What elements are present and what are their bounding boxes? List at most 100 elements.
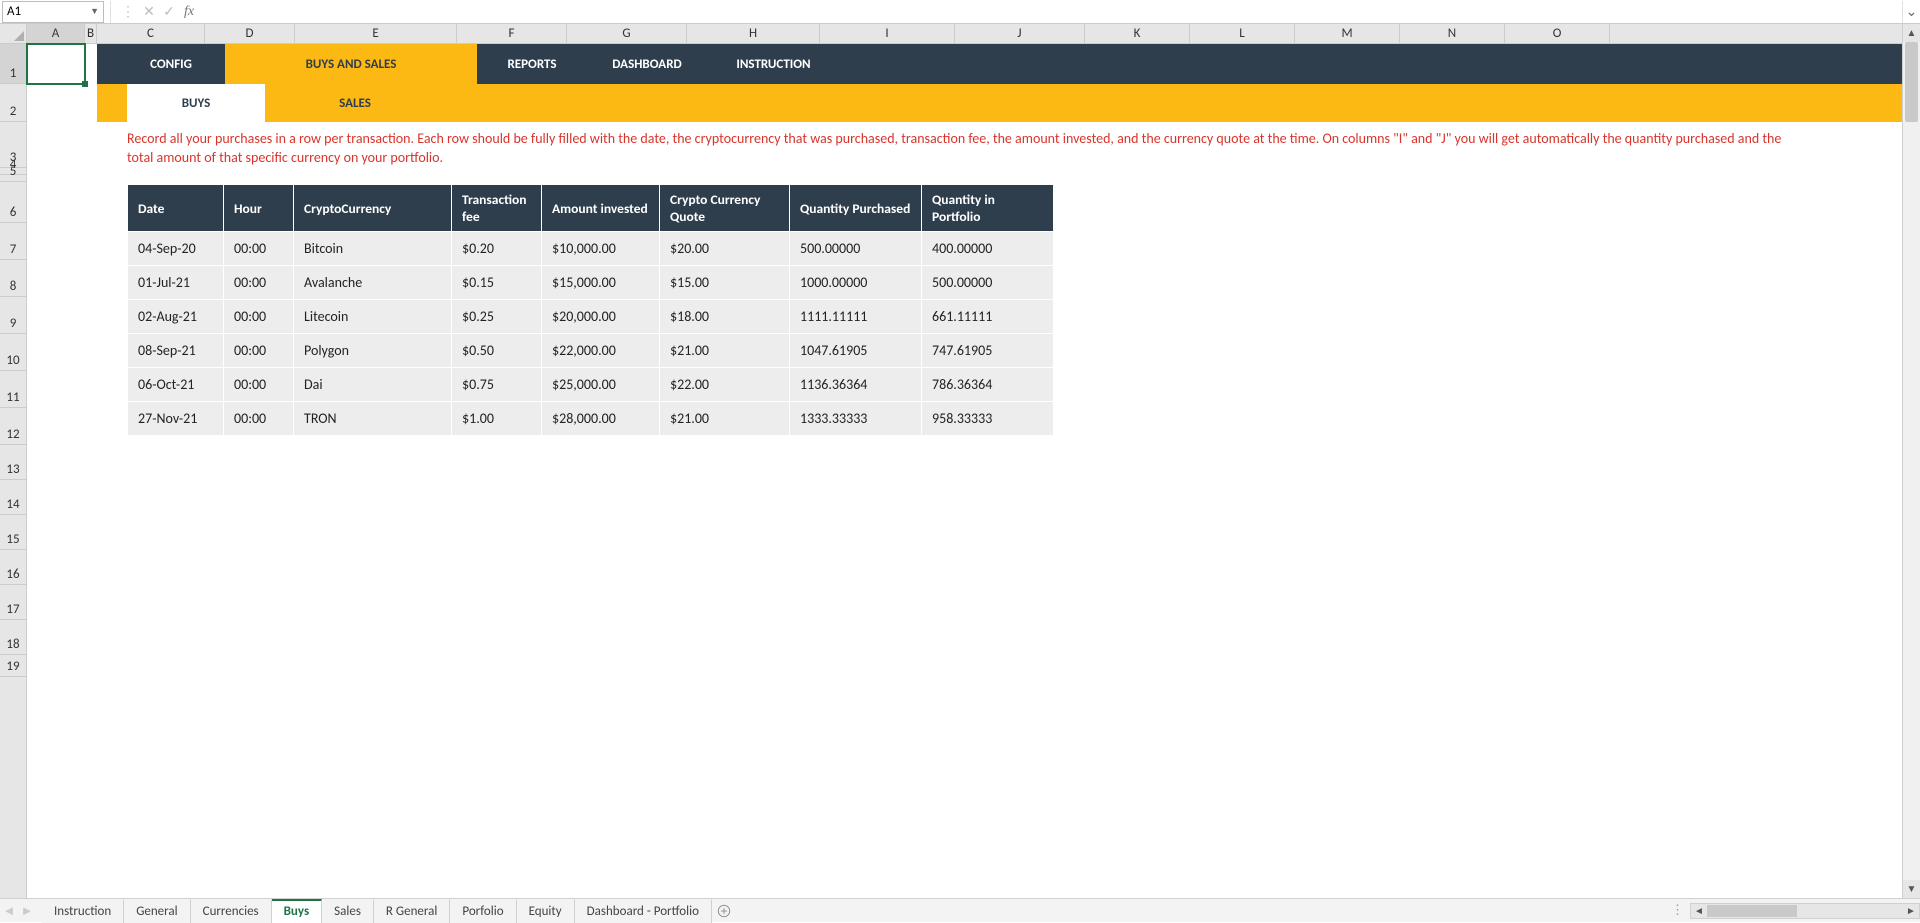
row-header[interactable]: 19 xyxy=(0,655,26,677)
row-header[interactable]: 7 xyxy=(0,223,26,260)
cell-qp[interactable]: 1111.11111 xyxy=(790,300,922,334)
cell-fee[interactable]: $1.00 xyxy=(452,402,542,436)
cell-fee[interactable]: $0.25 xyxy=(452,300,542,334)
sheet-tab[interactable]: Instruction xyxy=(42,899,124,923)
row-header[interactable]: 9 xyxy=(0,297,26,334)
cell-cc[interactable]: Polygon xyxy=(294,334,452,368)
row-header[interactable]: 10 xyxy=(0,334,26,371)
row-header[interactable]: 13 xyxy=(0,445,26,480)
col-header[interactable]: K xyxy=(1085,24,1190,43)
cell-cc[interactable]: Avalanche xyxy=(294,266,452,300)
cell-quote[interactable]: $21.00 xyxy=(660,402,790,436)
table-row[interactable]: 04-Sep-2000:00Bitcoin$0.20$10,000.00$20.… xyxy=(128,232,1054,266)
sheet-tab[interactable]: R General xyxy=(374,899,450,923)
cell-hour[interactable]: 00:00 xyxy=(224,334,294,368)
row-header[interactable]: 14 xyxy=(0,480,26,515)
cell-cc[interactable]: Litecoin xyxy=(294,300,452,334)
tab-nav-next-icon[interactable]: ► xyxy=(18,903,36,919)
select-all-corner[interactable] xyxy=(0,24,27,44)
cell-amt[interactable]: $28,000.00 xyxy=(542,402,660,436)
cell-qip[interactable]: 500.00000 xyxy=(922,266,1054,300)
cell-cc[interactable]: Bitcoin xyxy=(294,232,452,266)
row-header[interactable]: 18 xyxy=(0,620,26,655)
cell-amt[interactable]: $15,000.00 xyxy=(542,266,660,300)
sheet-tab[interactable]: Buys xyxy=(272,899,323,923)
scroll-left-icon[interactable]: ◄ xyxy=(1691,904,1707,917)
sheet-tab[interactable]: Dashboard - Portfolio xyxy=(575,899,712,923)
row-header[interactable]: 5 xyxy=(0,175,26,182)
scroll-up-icon[interactable]: ▲ xyxy=(1903,24,1920,42)
row-header[interactable]: 12 xyxy=(0,408,26,445)
row-header[interactable]: 15 xyxy=(0,515,26,550)
sheet-tab[interactable]: Equity xyxy=(517,899,575,923)
sheet-tab[interactable]: General xyxy=(124,899,190,923)
row-header[interactable]: 17 xyxy=(0,585,26,620)
cell-date[interactable]: 08-Sep-21 xyxy=(128,334,224,368)
cells-area[interactable]: CONFIG BUYS AND SALES REPORTS DASHBOARD … xyxy=(27,44,1902,898)
cell-qp[interactable]: 1047.61905 xyxy=(790,334,922,368)
sheet-tab[interactable]: Porfolio xyxy=(450,899,516,923)
cell-qip[interactable]: 400.00000 xyxy=(922,232,1054,266)
col-header[interactable]: L xyxy=(1190,24,1295,43)
horizontal-scrollbar[interactable]: ◄ ► xyxy=(1690,903,1920,919)
nav-reports[interactable]: REPORTS xyxy=(477,44,587,84)
chevron-down-icon[interactable]: ▼ xyxy=(90,6,99,17)
row-header[interactable]: 16 xyxy=(0,550,26,585)
scroll-thumb[interactable] xyxy=(1707,905,1797,917)
cell-hour[interactable]: 00:00 xyxy=(224,266,294,300)
subnav-sales[interactable]: SALES xyxy=(265,84,445,122)
cell-fee[interactable]: $0.75 xyxy=(452,368,542,402)
formula-input[interactable] xyxy=(199,1,1902,23)
fx-icon[interactable]: fx xyxy=(179,4,199,20)
cell-qp[interactable]: 1136.36364 xyxy=(790,368,922,402)
col-header[interactable]: I xyxy=(820,24,955,43)
cell-date[interactable]: 27-Nov-21 xyxy=(128,402,224,436)
cell-fee[interactable]: $0.50 xyxy=(452,334,542,368)
cell-hour[interactable]: 00:00 xyxy=(224,232,294,266)
cell-amt[interactable]: $25,000.00 xyxy=(542,368,660,402)
cell-cc[interactable]: TRON xyxy=(294,402,452,436)
table-row[interactable]: 02-Aug-2100:00Litecoin$0.25$20,000.00$18… xyxy=(128,300,1054,334)
tab-nav-prev-icon[interactable]: ◄ xyxy=(0,903,18,919)
active-cell-selection[interactable] xyxy=(27,44,85,84)
row-header[interactable]: 8 xyxy=(0,260,26,297)
nav-dashboard[interactable]: DASHBOARD xyxy=(587,44,707,84)
cell-amt[interactable]: $10,000.00 xyxy=(542,232,660,266)
formula-expand-icon[interactable]: ⌄ xyxy=(1902,1,1920,23)
row-header[interactable]: 1 xyxy=(0,44,26,84)
table-row[interactable]: 27-Nov-2100:00TRON$1.00$28,000.00$21.001… xyxy=(128,402,1054,436)
cell-qp[interactable]: 1000.00000 xyxy=(790,266,922,300)
scroll-thumb[interactable] xyxy=(1905,42,1918,122)
cell-quote[interactable]: $22.00 xyxy=(660,368,790,402)
cell-quote[interactable]: $20.00 xyxy=(660,232,790,266)
cell-qp[interactable]: 500.00000 xyxy=(790,232,922,266)
col-header[interactable]: D xyxy=(205,24,295,43)
cell-date[interactable]: 04-Sep-20 xyxy=(128,232,224,266)
nav-buys-and-sales[interactable]: BUYS AND SALES xyxy=(225,44,477,84)
cell-fee[interactable]: $0.20 xyxy=(452,232,542,266)
cell-qip[interactable]: 958.33333 xyxy=(922,402,1054,436)
nav-instruction[interactable]: INSTRUCTION xyxy=(707,44,840,84)
cell-hour[interactable]: 00:00 xyxy=(224,368,294,402)
cell-cc[interactable]: Dai xyxy=(294,368,452,402)
cell-quote[interactable]: $15.00 xyxy=(660,266,790,300)
cell-qip[interactable]: 661.11111 xyxy=(922,300,1054,334)
col-header[interactable]: B xyxy=(85,24,97,43)
row-header[interactable]: 2 xyxy=(0,84,26,122)
vertical-scrollbar[interactable]: ▲ ▼ xyxy=(1902,24,1920,898)
cell-amt[interactable]: $20,000.00 xyxy=(542,300,660,334)
nav-config[interactable]: CONFIG xyxy=(117,44,225,84)
cell-qip[interactable]: 786.36364 xyxy=(922,368,1054,402)
col-header[interactable]: E xyxy=(295,24,457,43)
col-header[interactable]: N xyxy=(1400,24,1505,43)
cell-amt[interactable]: $22,000.00 xyxy=(542,334,660,368)
col-header[interactable]: C xyxy=(97,24,205,43)
table-row[interactable]: 06-Oct-2100:00Dai$0.75$25,000.00$22.0011… xyxy=(128,368,1054,402)
sheet-tab[interactable]: Sales xyxy=(322,899,374,923)
cell-date[interactable]: 06-Oct-21 xyxy=(128,368,224,402)
table-row[interactable]: 08-Sep-2100:00Polygon$0.50$22,000.00$21.… xyxy=(128,334,1054,368)
sheet-tab[interactable]: Currencies xyxy=(191,899,272,923)
row-header[interactable]: 11 xyxy=(0,371,26,408)
col-header[interactable]: G xyxy=(567,24,687,43)
col-header[interactable]: O xyxy=(1505,24,1610,43)
